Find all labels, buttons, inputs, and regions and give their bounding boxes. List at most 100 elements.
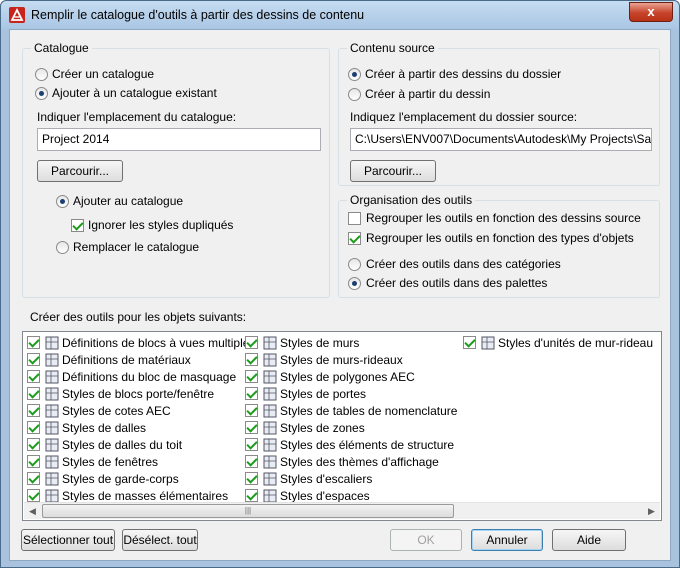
source-content-group: Contenu source Créer à partir des dessin… — [338, 41, 660, 186]
list-item-checkbox[interactable] — [245, 472, 258, 485]
tools-in-categories-label[interactable]: Créer des outils dans des catégories — [366, 257, 561, 271]
list-item-label: Styles des éléments de structure — [280, 438, 455, 452]
add-existing-catalogue-radio[interactable] — [35, 87, 48, 100]
replace-catalogue-label[interactable]: Remplacer le catalogue — [73, 240, 199, 254]
list-item-label: Styles d'espaces — [280, 489, 370, 503]
list-item-checkbox[interactable] — [245, 489, 258, 502]
list-item-label: Styles de blocs porte/fenêtre — [62, 387, 215, 401]
list-item-label: Styles de fenêtres — [62, 455, 159, 469]
list-item-label: Styles d'unités de mur-rideau — [498, 336, 654, 350]
list-item-checkbox[interactable] — [27, 472, 40, 485]
from-drawing-label[interactable]: Créer à partir du dessin — [365, 87, 490, 101]
list-item-checkbox[interactable] — [27, 404, 40, 417]
close-button[interactable]: x — [629, 2, 673, 22]
add-existing-catalogue-label[interactable]: Ajouter à un catalogue existant — [52, 86, 217, 100]
catalogue-legend: Catalogue — [31, 41, 92, 55]
close-icon: x — [647, 4, 655, 19]
title-bar[interactable]: Remplir le catalogue d'outils à partir d… — [1, 1, 679, 29]
railing-icon — [44, 471, 60, 487]
list-item-checkbox[interactable] — [245, 455, 258, 468]
wall-icon — [262, 335, 278, 351]
list-item-checkbox[interactable] — [27, 336, 40, 349]
structural-member-icon — [262, 437, 278, 453]
list-item-checkbox[interactable] — [245, 438, 258, 451]
objects-checklist[interactable]: Définitions de blocs à vues multiples Déf… — [22, 331, 662, 521]
tools-in-categories-radio[interactable] — [348, 258, 361, 271]
list-item-label: Styles de polygones AEC — [280, 370, 415, 384]
group-by-source-label[interactable]: Regrouper les outils en fonction des des… — [366, 211, 641, 225]
scroll-left-icon[interactable]: ◀ — [24, 503, 41, 519]
window-icon — [44, 454, 60, 470]
list-item-checkbox[interactable] — [245, 370, 258, 383]
from-folder-label[interactable]: Créer à partir des dessins du dossier — [365, 67, 561, 81]
append-catalogue-radio[interactable] — [56, 195, 69, 208]
list-item-label: Styles de dalles du toit — [62, 438, 183, 452]
curtain-wall-icon — [262, 352, 278, 368]
list-item-label: Styles de cotes AEC — [62, 404, 171, 418]
list-item-checkbox[interactable] — [27, 353, 40, 366]
ignore-duplicates-label[interactable]: Ignorer les styles dupliqués — [88, 218, 233, 232]
help-button[interactable]: Aide — [552, 529, 626, 551]
source-content-legend: Contenu source — [347, 41, 438, 55]
group-by-source-checkbox[interactable] — [348, 212, 361, 225]
list-item-checkbox[interactable] — [245, 404, 258, 417]
list-item-checkbox[interactable] — [27, 421, 40, 434]
catalogue-location-label: Indiquer l'emplacement du catalogue: — [37, 110, 237, 124]
polygon-icon — [262, 369, 278, 385]
curtain-wall-unit-icon — [480, 335, 496, 351]
source-folder-input[interactable]: C:\Users\ENV007\Documents\Autodesk\My Pr… — [350, 128, 652, 151]
list-item-label: Styles de portes — [280, 387, 367, 401]
replace-catalogue-radio[interactable] — [56, 241, 69, 254]
list-item-label: Styles de zones — [280, 421, 365, 435]
ignore-duplicates-checkbox[interactable] — [71, 219, 84, 232]
catalogue-location-input[interactable]: Project 2014 — [37, 128, 321, 151]
mask-block-icon — [44, 369, 60, 385]
source-browse-button[interactable]: Parcourir... — [350, 160, 436, 182]
roof-slab-icon — [44, 437, 60, 453]
catalogue-browse-button[interactable]: Parcourir... — [37, 160, 123, 182]
horizontal-scrollbar[interactable]: ◀ ||| ▶ — [24, 502, 660, 519]
stair-icon — [262, 471, 278, 487]
cancel-button[interactable]: Annuler — [471, 529, 543, 551]
append-catalogue-label[interactable]: Ajouter au catalogue — [73, 194, 183, 208]
deselect-all-button[interactable]: Désélect. tout — [122, 529, 198, 551]
list-item-checkbox[interactable] — [27, 489, 40, 502]
group-by-type-label[interactable]: Regrouper les outils en fonction des typ… — [366, 231, 634, 245]
list-item-label: Styles de dalles — [62, 421, 147, 435]
select-all-button[interactable]: Sélectionner tout — [21, 529, 115, 551]
list-item-checkbox[interactable] — [463, 336, 476, 349]
scroll-right-icon[interactable]: ▶ — [643, 503, 660, 519]
create-catalogue-radio[interactable] — [35, 68, 48, 81]
list-item-label: Styles de tables de nomenclature — [280, 404, 458, 418]
list-item-checkbox[interactable] — [27, 438, 40, 451]
list-item-label: Styles de masses élémentaires — [62, 489, 229, 503]
scrollbar-thumb[interactable]: ||| — [42, 504, 454, 518]
list-item-label: Styles de garde-corps — [62, 472, 179, 486]
tools-in-palettes-label[interactable]: Créer des outils dans des palettes — [366, 276, 547, 290]
list-item-label: Définitions de matériaux — [62, 353, 191, 367]
list-item-checkbox[interactable] — [245, 353, 258, 366]
autocad-app-icon — [9, 7, 25, 23]
list-item-checkbox[interactable] — [245, 387, 258, 400]
group-by-type-checkbox[interactable] — [348, 232, 361, 245]
list-item-checkbox[interactable] — [245, 421, 258, 434]
tools-in-palettes-radio[interactable] — [348, 277, 361, 290]
display-theme-icon — [262, 454, 278, 470]
list-item-checkbox[interactable] — [27, 387, 40, 400]
list-item-label: Styles de murs — [280, 336, 360, 350]
list-item-checkbox[interactable] — [27, 455, 40, 468]
window-title: Remplir le catalogue d'outils à partir d… — [31, 8, 365, 22]
from-drawing-radio[interactable] — [348, 88, 361, 101]
tool-organisation-legend: Organisation des outils — [347, 193, 476, 207]
from-folder-radio[interactable] — [348, 68, 361, 81]
door-window-block-icon — [44, 386, 60, 402]
ok-button[interactable]: OK — [390, 529, 462, 551]
objects-heading: Créer des outils pour les objets suivant… — [30, 310, 247, 324]
list-item-label: Styles des thèmes d'affichage — [280, 455, 439, 469]
zone-icon — [262, 420, 278, 436]
create-catalogue-label[interactable]: Créer un catalogue — [52, 67, 154, 81]
list-item-checkbox[interactable] — [245, 336, 258, 349]
list-item-checkbox[interactable] — [27, 370, 40, 383]
dialog-client: Catalogue Créer un catalogue Ajouter à u… — [9, 29, 671, 561]
list-item-label: Définitions du bloc de masquage — [62, 370, 237, 384]
